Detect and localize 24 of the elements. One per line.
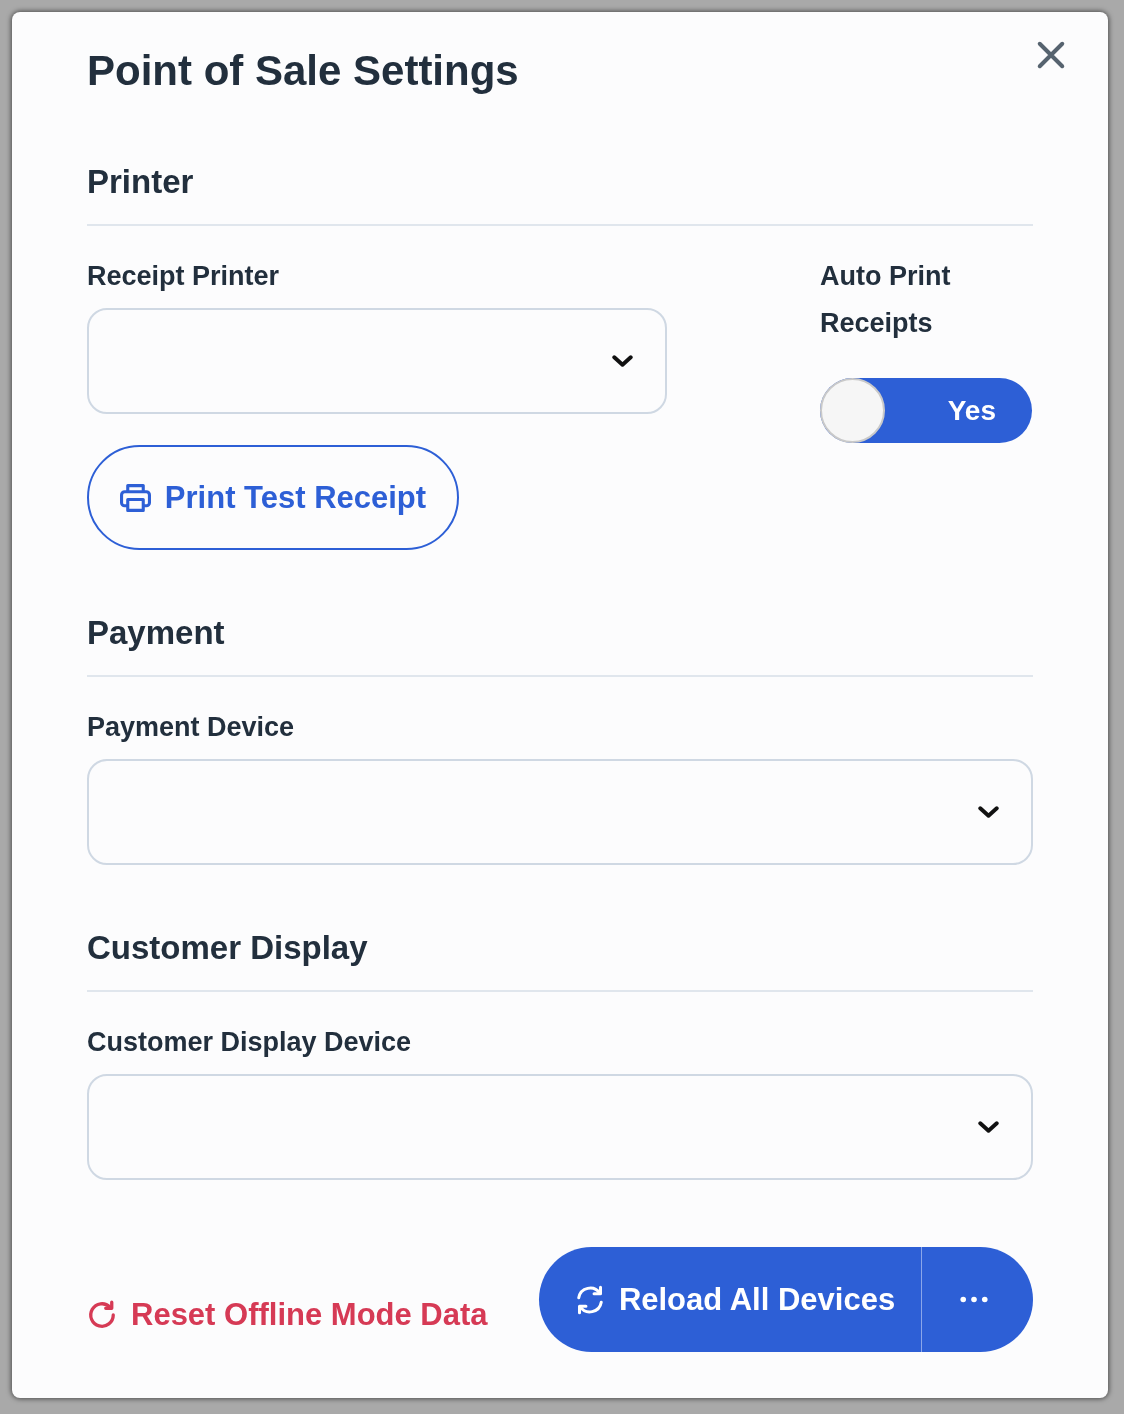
print-test-receipt-button[interactable]: Print Test Receipt [87,445,459,550]
field-label: Receipt Printer [87,260,280,293]
chevron-down-icon [612,355,633,367]
section-heading: Payment [87,614,225,652]
toggle-switch[interactable]: Yes [820,378,1032,443]
dropdown-field[interactable] [87,1074,1033,1180]
reload-devices-button[interactable]: Reload All Devices [539,1247,922,1352]
ellipsis-icon [959,1296,988,1303]
chevron-down-icon [978,1121,999,1133]
chevron-down-icon [978,806,999,818]
field-label: Customer Display Device [87,1026,412,1059]
toggle-label: Auto Print Receipts [820,260,952,340]
dropdown-field[interactable] [87,308,667,414]
rotate-arrow-icon [87,1299,117,1330]
field-label: Payment Device [87,711,295,744]
dialog-title: Point of Sale Settings [87,46,519,96]
refresh-arrows-icon [574,1284,605,1315]
dropdown-field[interactable] [87,759,1033,865]
section-heading: Printer [87,163,194,201]
reset-offline-link[interactable]: Reset Offline Mode Data [87,1296,488,1333]
printer-icon [119,483,151,512]
more-options-button[interactable] [922,1247,1033,1352]
section-heading: Customer Display [87,929,368,967]
close-icon[interactable] [1036,40,1066,70]
